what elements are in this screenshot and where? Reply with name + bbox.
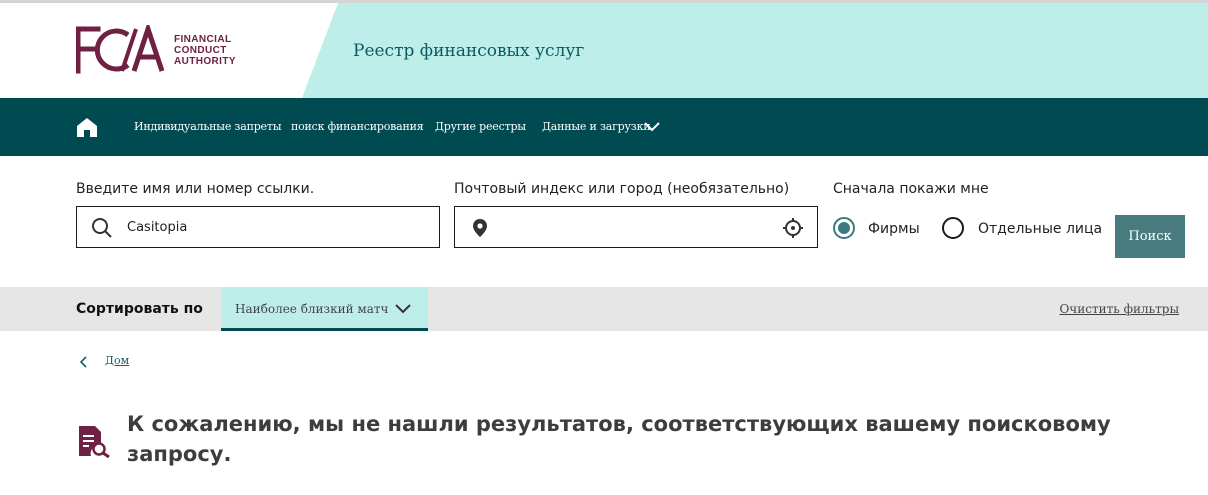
fca-logo-mark: [76, 25, 165, 74]
sort-label: Сортировать по: [76, 301, 203, 317]
logo-wordmark: FINANCIAL CONDUCT AUTHORITY: [174, 34, 236, 67]
nav-item-data-downloads[interactable]: Данные и загрузки: [542, 120, 651, 133]
individuals-radio-label[interactable]: Отдельные лица: [978, 221, 1102, 237]
clear-filters-link[interactable]: Очистить фильтры: [1059, 302, 1179, 316]
breadcrumb-home-link[interactable]: Дом: [105, 354, 129, 367]
logo-line: FINANCIAL: [174, 33, 232, 45]
site-header: FINANCIAL CONDUCT AUTHORITY Реестр финан…: [0, 3, 1208, 98]
sort-bar: Сортировать по Наиболее близкий матч Очи…: [0, 287, 1208, 331]
sort-selected-value: Наиболее близкий матч: [235, 302, 389, 316]
sort-select[interactable]: Наиболее близкий матч: [221, 287, 428, 331]
no-results-message: К сожалению, мы не нашли результатов, со…: [127, 412, 1111, 466]
location-input-box[interactable]: [454, 206, 818, 248]
individuals-radio[interactable]: [942, 217, 964, 239]
nav-item-other-registers[interactable]: Другие реестры: [435, 120, 526, 133]
chevron-down-icon: [395, 304, 411, 314]
location-pin-icon: [473, 219, 487, 237]
no-results-document-icon: [79, 426, 110, 458]
fca-logo[interactable]: FINANCIAL CONDUCT AUTHORITY: [76, 25, 236, 75]
name-search-input[interactable]: [127, 207, 427, 247]
name-input-box[interactable]: [76, 206, 440, 248]
name-field-label: Введите имя или номер ссылки.: [76, 181, 315, 197]
logo-line: CONDUCT: [174, 44, 227, 56]
chevron-down-icon[interactable]: [643, 121, 661, 133]
main-nav: Индивидуальные запреты поиск финансирова…: [0, 98, 1208, 156]
logo-line: AUTHORITY: [174, 55, 236, 67]
crosshair-icon[interactable]: [782, 217, 804, 239]
search-button[interactable]: Поиск: [1115, 215, 1185, 258]
search-icon: [92, 218, 112, 238]
chevron-left-icon: [79, 356, 87, 368]
firms-radio[interactable]: [833, 217, 855, 239]
show-first-label: Сначала покажи мне: [833, 181, 989, 197]
location-field-label: Почтовый индекс или город (необязательно…: [454, 181, 790, 197]
nav-item-funding-search[interactable]: поиск финансирования: [291, 120, 424, 133]
nav-item-individual-bans[interactable]: Индивидуальные запреты: [134, 120, 282, 133]
location-input[interactable]: [499, 207, 769, 247]
firms-radio-label[interactable]: Фирмы: [868, 221, 920, 237]
home-icon[interactable]: [76, 116, 98, 138]
registry-title[interactable]: Реестр финансовых услуг: [353, 41, 584, 61]
